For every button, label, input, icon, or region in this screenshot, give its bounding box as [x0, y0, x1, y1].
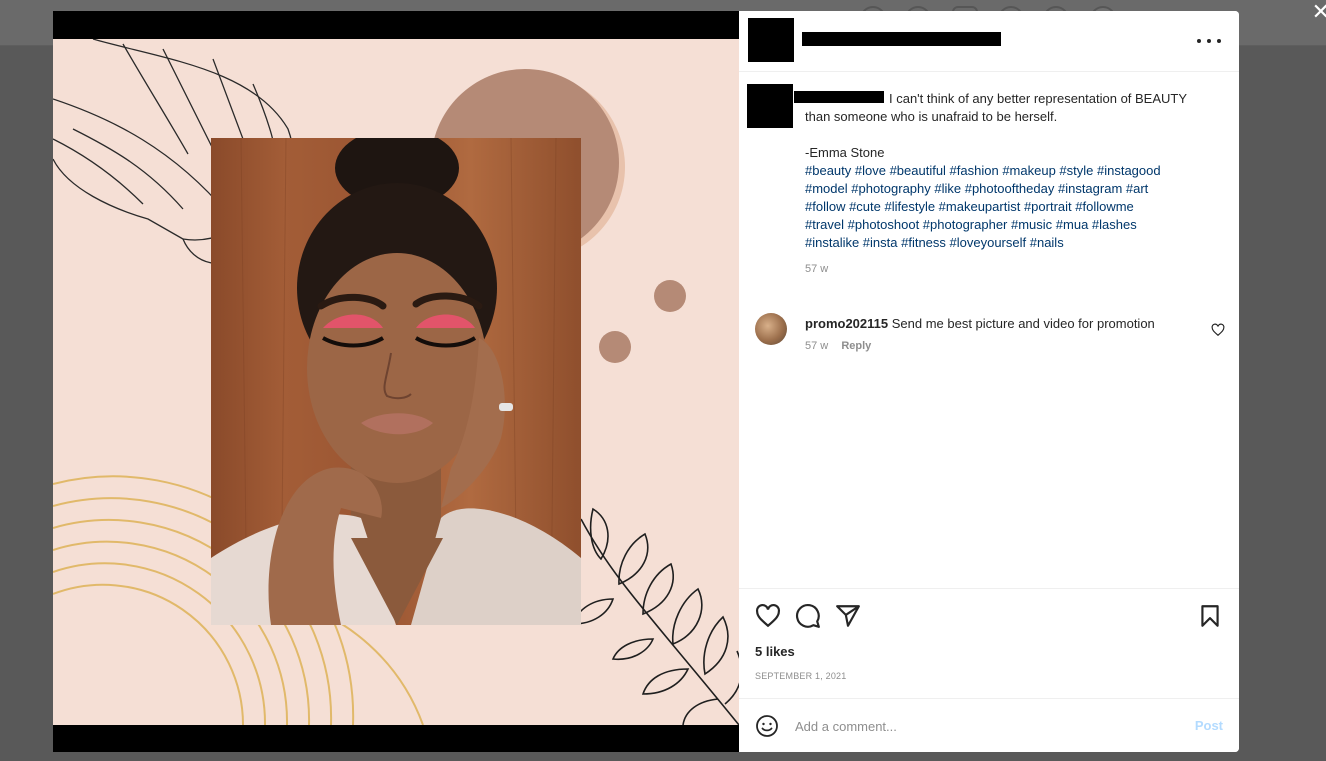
reply-button[interactable]: Reply: [841, 340, 871, 352]
portrait-photo: [211, 138, 581, 625]
post-modal: I can't think of any better representati…: [53, 11, 1239, 752]
post-header: [739, 11, 1239, 72]
post-actions: 5 likes SEPTEMBER 1, 2021: [739, 588, 1239, 699]
more-icon[interactable]: [1197, 31, 1221, 51]
caption-avatar-redacted[interactable]: [747, 84, 793, 128]
comment-timestamp[interactable]: 57 w: [805, 340, 828, 352]
comment-like-heart-icon[interactable]: [1211, 323, 1225, 337]
caption-timestamp[interactable]: 57 w: [805, 260, 1225, 278]
bookmark-icon[interactable]: [1197, 603, 1223, 629]
comment-username[interactable]: promo202115: [805, 316, 888, 331]
decor-circle-small: [599, 331, 631, 363]
author-avatar-redacted[interactable]: [748, 18, 794, 62]
caption-hashtags[interactable]: #beauty #love #beautiful #fashion #makeu…: [805, 162, 1225, 252]
post-comment-button[interactable]: Post: [1195, 718, 1223, 733]
post-media: [53, 11, 739, 752]
add-comment-bar: Post: [739, 698, 1239, 752]
comment-text: Send me best picture and video for promo…: [891, 316, 1155, 331]
commenter-avatar[interactable]: [755, 313, 787, 345]
post-image: [53, 39, 739, 725]
hashtags-line[interactable]: #beauty #love #beautiful #fashion #makeu…: [805, 162, 1225, 180]
emoji-icon[interactable]: [755, 714, 779, 738]
decor-circle-small: [654, 280, 686, 312]
comment-input[interactable]: [795, 715, 1175, 737]
author-username-redacted[interactable]: [802, 32, 1001, 46]
hashtags-line[interactable]: #travel #photoshoot #photographer #music…: [805, 216, 1225, 234]
share-icon[interactable]: [835, 603, 861, 629]
comment-meta: 57 w Reply: [805, 337, 1205, 355]
post-caption: I can't think of any better representati…: [805, 90, 1225, 278]
portrait-illustration: [211, 138, 581, 625]
comment-icon[interactable]: [795, 603, 821, 629]
close-icon[interactable]: ✕: [1312, 2, 1326, 24]
comment-body: promo202115 Send me best picture and vid…: [805, 315, 1205, 355]
hashtags-line[interactable]: #instalike #insta #fitness #loveyourself…: [805, 234, 1225, 252]
hashtags-line[interactable]: #model #photography #like #photooftheday…: [805, 180, 1225, 198]
hashtags-line[interactable]: #follow #cute #lifestyle #makeupartist #…: [805, 198, 1225, 216]
branch-illustration: [571, 507, 739, 725]
post-date[interactable]: SEPTEMBER 1, 2021: [755, 671, 846, 681]
heart-icon[interactable]: [755, 603, 781, 629]
post-details-panel: I can't think of any better representati…: [739, 11, 1239, 752]
caption-text: I can't think of any better representati…: [805, 91, 1188, 160]
likes-count[interactable]: 5 likes: [755, 644, 795, 659]
